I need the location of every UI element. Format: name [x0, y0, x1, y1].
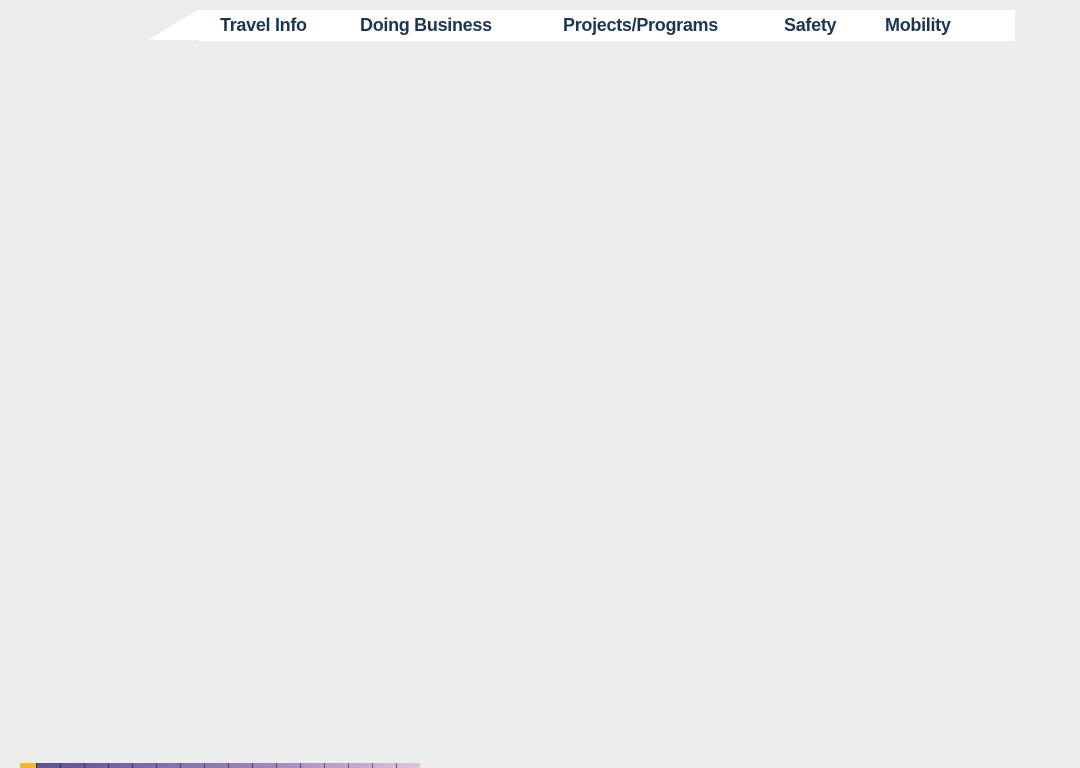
- hero-accent-bar: [20, 763, 36, 768]
- hero-image-texture: [36, 763, 420, 768]
- main-nav-bar: Travel Info Doing Business Projects/Prog…: [198, 10, 1015, 41]
- hero-image-edge: [20, 763, 420, 768]
- nav-item-travel-info[interactable]: Travel Info: [220, 10, 307, 41]
- nav-item-doing-business[interactable]: Doing Business: [360, 10, 492, 41]
- nav-bar-wedge: [148, 10, 198, 40]
- nav-item-mobility[interactable]: Mobility: [885, 10, 951, 41]
- nav-item-safety[interactable]: Safety: [784, 10, 837, 41]
- page: Travel Info Doing Business Projects/Prog…: [0, 0, 1080, 768]
- nav-item-projects-programs[interactable]: Projects/Programs: [563, 10, 718, 41]
